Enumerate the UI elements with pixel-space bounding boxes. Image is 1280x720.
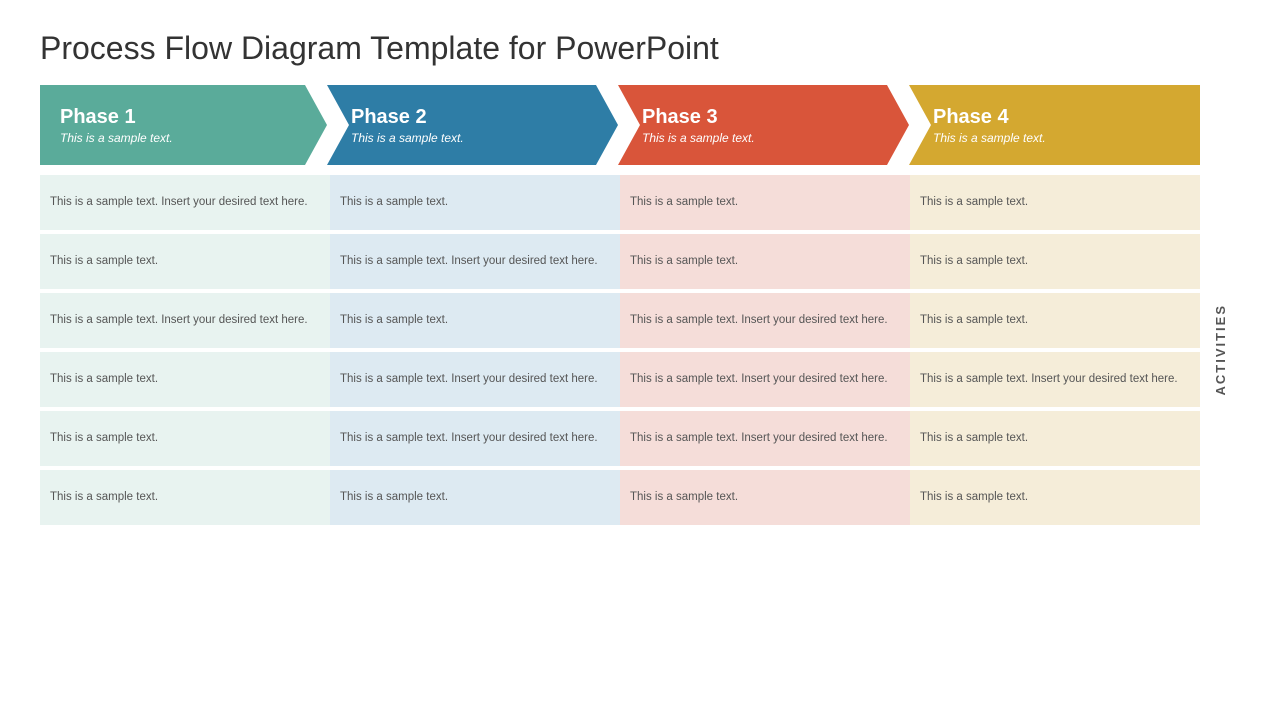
phase-label-2: Phase 2 xyxy=(351,106,602,129)
cell-r6-c4[interactable]: This is a sample text. xyxy=(910,470,1200,525)
phase-subtitle-2: This is a sample text. xyxy=(351,131,602,145)
phase-arrow-2: Phase 2 This is a sample text. xyxy=(327,85,618,165)
cell-r1-c4[interactable]: This is a sample text. xyxy=(910,175,1200,230)
activities-label-text: ACTIVITIES xyxy=(1213,304,1228,396)
cell-r6-c3[interactable]: This is a sample text. xyxy=(620,470,910,525)
cell-r2-c3[interactable]: This is a sample text. xyxy=(620,234,910,289)
cell-r1-c2[interactable]: This is a sample text. xyxy=(330,175,620,230)
phase-subtitle-3: This is a sample text. xyxy=(642,131,893,145)
cell-r5-c1[interactable]: This is a sample text. xyxy=(40,411,330,466)
phase-arrow-1: Phase 1 This is a sample text. xyxy=(40,85,327,165)
cell-r3-c2[interactable]: This is a sample text. xyxy=(330,293,620,348)
phase-subtitle-1: This is a sample text. xyxy=(60,131,311,145)
table-area: This is a sample text. Insert your desir… xyxy=(40,175,1240,525)
column-4: This is a sample text.This is a sample t… xyxy=(910,175,1200,525)
cell-r4-c2[interactable]: This is a sample text. Insert your desir… xyxy=(330,352,620,407)
cell-r2-c1[interactable]: This is a sample text. xyxy=(40,234,330,289)
page-title: Process Flow Diagram Template for PowerP… xyxy=(40,30,1240,67)
phase-label-1: Phase 1 xyxy=(60,106,311,129)
column-1: This is a sample text. Insert your desir… xyxy=(40,175,330,525)
phase-subtitle-4: This is a sample text. xyxy=(933,131,1184,145)
cell-r1-c1[interactable]: This is a sample text. Insert your desir… xyxy=(40,175,330,230)
cell-r3-c1[interactable]: This is a sample text. Insert your desir… xyxy=(40,293,330,348)
cell-r2-c4[interactable]: This is a sample text. xyxy=(910,234,1200,289)
cell-r5-c4[interactable]: This is a sample text. xyxy=(910,411,1200,466)
cell-r5-c3[interactable]: This is a sample text. Insert your desir… xyxy=(620,411,910,466)
cell-r1-c3[interactable]: This is a sample text. xyxy=(620,175,910,230)
activities-label-container: ACTIVITIES xyxy=(1200,175,1240,525)
cell-r2-c2[interactable]: This is a sample text. Insert your desir… xyxy=(330,234,620,289)
phase-arrow-3: Phase 3 This is a sample text. xyxy=(618,85,909,165)
cell-r3-c4[interactable]: This is a sample text. xyxy=(910,293,1200,348)
cell-r3-c3[interactable]: This is a sample text. Insert your desir… xyxy=(620,293,910,348)
diagram-wrapper: Phase 1 This is a sample text.Phase 2 Th… xyxy=(40,85,1240,525)
column-2: This is a sample text.This is a sample t… xyxy=(330,175,620,525)
phases-row: Phase 1 This is a sample text.Phase 2 Th… xyxy=(40,85,1200,165)
cell-r4-c4[interactable]: This is a sample text. Insert your desir… xyxy=(910,352,1200,407)
columns-container: This is a sample text. Insert your desir… xyxy=(40,175,1200,525)
cell-r5-c2[interactable]: This is a sample text. Insert your desir… xyxy=(330,411,620,466)
cell-r4-c3[interactable]: This is a sample text. Insert your desir… xyxy=(620,352,910,407)
phase-label-3: Phase 3 xyxy=(642,106,893,129)
column-3: This is a sample text.This is a sample t… xyxy=(620,175,910,525)
phase-arrow-4: Phase 4 This is a sample text. xyxy=(909,85,1200,165)
cell-r4-c1[interactable]: This is a sample text. xyxy=(40,352,330,407)
cell-r6-c2[interactable]: This is a sample text. xyxy=(330,470,620,525)
phase-label-4: Phase 4 xyxy=(933,106,1184,129)
cell-r6-c1[interactable]: This is a sample text. xyxy=(40,470,330,525)
